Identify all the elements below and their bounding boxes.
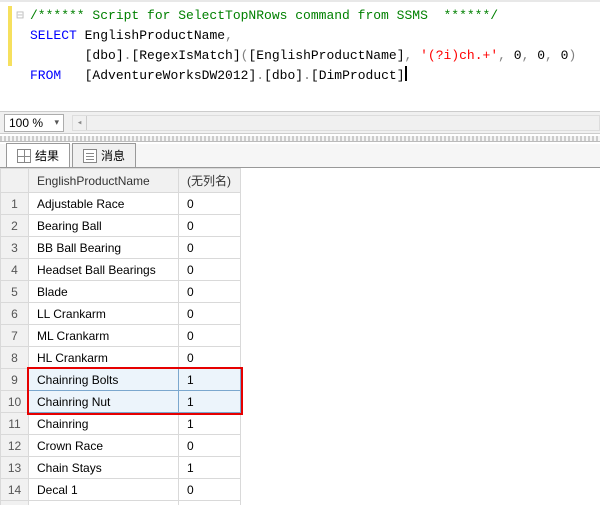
row-number[interactable]: 9: [1, 369, 29, 391]
cell-product-name[interactable]: Chainring Nut: [29, 391, 179, 413]
row-number[interactable]: 5: [1, 281, 29, 303]
grid-icon: [17, 149, 31, 163]
row-number[interactable]: 1: [1, 193, 29, 215]
cell-product-name[interactable]: Bearing Ball: [29, 215, 179, 237]
cell-value[interactable]: 1: [179, 369, 241, 391]
table-row[interactable]: 13Chain Stays1: [1, 457, 241, 479]
row-number[interactable]: 11: [1, 413, 29, 435]
cell-value[interactable]: 0: [179, 303, 241, 325]
cell-value[interactable]: 0: [179, 193, 241, 215]
row-number[interactable]: 2: [1, 215, 29, 237]
zoom-bar: 100 % ◂: [0, 112, 600, 134]
table-row[interactable]: 14Decal 10: [1, 479, 241, 501]
row-number[interactable]: 6: [1, 303, 29, 325]
row-number[interactable]: 7: [1, 325, 29, 347]
table-row[interactable]: 15Decal 20: [1, 501, 241, 505]
messages-icon: [83, 149, 97, 163]
row-number[interactable]: 10: [1, 391, 29, 413]
cell-product-name[interactable]: Chainring: [29, 413, 179, 435]
sql-editor[interactable]: ⊟ /****** Script for SelectTopNRows comma…: [0, 0, 600, 112]
row-number[interactable]: 3: [1, 237, 29, 259]
row-number[interactable]: 14: [1, 479, 29, 501]
row-number[interactable]: 13: [1, 457, 29, 479]
cell-product-name[interactable]: BB Ball Bearing: [29, 237, 179, 259]
table-row[interactable]: 11Chainring1: [1, 413, 241, 435]
cell-value[interactable]: 0: [179, 215, 241, 237]
cell-product-name[interactable]: Headset Ball Bearings: [29, 259, 179, 281]
cell-product-name[interactable]: Adjustable Race: [29, 193, 179, 215]
row-number[interactable]: 12: [1, 435, 29, 457]
splitter-handle[interactable]: [0, 136, 600, 142]
cell-value[interactable]: 1: [179, 391, 241, 413]
outline-marker: ⊟: [16, 6, 24, 26]
cell-product-name[interactable]: Decal 2: [29, 501, 179, 505]
table-row[interactable]: 1Adjustable Race0: [1, 193, 241, 215]
horizontal-scrollbar[interactable]: ◂: [72, 115, 600, 131]
cell-product-name[interactable]: LL Crankarm: [29, 303, 179, 325]
header-row: EnglishProductName (无列名): [1, 169, 241, 193]
tab-results[interactable]: 结果: [6, 143, 70, 167]
table-row[interactable]: 8HL Crankarm0: [1, 347, 241, 369]
sql-comment: /****** Script for SelectTopNRows comman…: [30, 6, 498, 26]
results-grid[interactable]: EnglishProductName (无列名) 1Adjustable Rac…: [0, 168, 600, 505]
cell-product-name[interactable]: Chainring Bolts: [29, 369, 179, 391]
cell-value[interactable]: 1: [179, 457, 241, 479]
cell-value[interactable]: 0: [179, 281, 241, 303]
tab-messages[interactable]: 消息: [72, 143, 136, 167]
cell-value[interactable]: 0: [179, 347, 241, 369]
cell-product-name[interactable]: Chain Stays: [29, 457, 179, 479]
table-row[interactable]: 3BB Ball Bearing0: [1, 237, 241, 259]
table-row[interactable]: 5Blade0: [1, 281, 241, 303]
cell-product-name[interactable]: Decal 1: [29, 479, 179, 501]
cell-value[interactable]: 0: [179, 501, 241, 505]
table-row[interactable]: 2Bearing Ball0: [1, 215, 241, 237]
table-row[interactable]: 7ML Crankarm0: [1, 325, 241, 347]
header-col-name[interactable]: EnglishProductName: [29, 169, 179, 193]
table-row[interactable]: 12Crown Race0: [1, 435, 241, 457]
cell-value[interactable]: 0: [179, 435, 241, 457]
cell-value[interactable]: 0: [179, 479, 241, 501]
row-number[interactable]: 15: [1, 501, 29, 505]
cell-product-name[interactable]: ML Crankarm: [29, 325, 179, 347]
cell-value[interactable]: 0: [179, 325, 241, 347]
table-row[interactable]: 10Chainring Nut1: [1, 391, 241, 413]
table-row[interactable]: 4Headset Ball Bearings0: [1, 259, 241, 281]
cell-value[interactable]: 0: [179, 259, 241, 281]
row-number[interactable]: 4: [1, 259, 29, 281]
table-row[interactable]: 6LL Crankarm0: [1, 303, 241, 325]
cell-value[interactable]: 1: [179, 413, 241, 435]
select-keyword: SELECT: [30, 26, 77, 46]
cell-product-name[interactable]: Blade: [29, 281, 179, 303]
header-rownum[interactable]: [1, 169, 29, 193]
table-row[interactable]: 9Chainring Bolts1: [1, 369, 241, 391]
cell-value[interactable]: 0: [179, 237, 241, 259]
text-cursor: [405, 66, 407, 81]
from-keyword: FROM: [30, 66, 61, 86]
zoom-dropdown[interactable]: 100 %: [4, 114, 64, 132]
cell-product-name[interactable]: HL Crankarm: [29, 347, 179, 369]
header-col-unnamed[interactable]: (无列名): [179, 169, 241, 193]
cell-product-name[interactable]: Crown Race: [29, 435, 179, 457]
row-number[interactable]: 8: [1, 347, 29, 369]
